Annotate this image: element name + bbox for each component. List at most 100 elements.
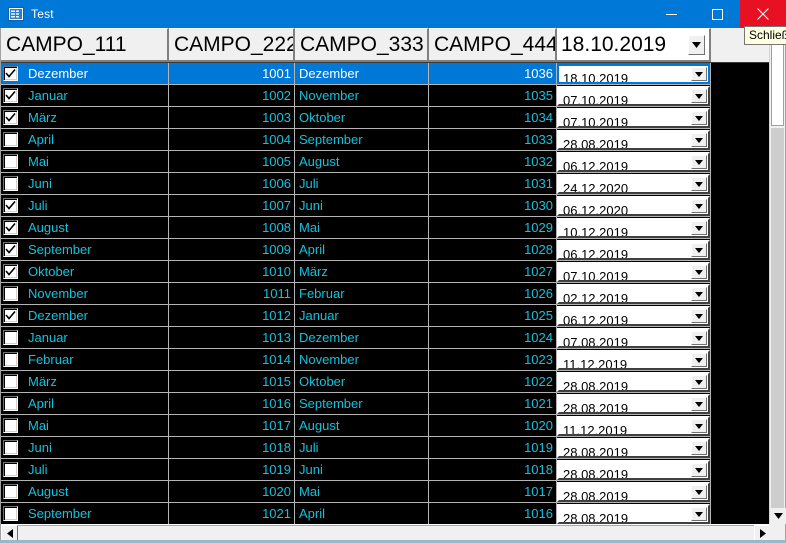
cell-campo-444[interactable]: 1033 — [429, 129, 557, 151]
cell-campo-444[interactable]: 1032 — [429, 151, 557, 173]
cell-date[interactable]: 28.08.2019 — [557, 393, 711, 415]
checkbox-unchecked-icon[interactable] — [3, 176, 18, 191]
table-row[interactable]: März 1003 Oktober 1034 07.10.2019 — [1, 107, 771, 129]
table-row[interactable]: Juli 1019 Juni 1018 28.08.2019 — [1, 459, 771, 481]
cell-campo-222[interactable]: 1009 — [169, 239, 295, 261]
cell-campo-222[interactable]: 1019 — [169, 459, 295, 481]
table-row[interactable]: November 1011 Februar 1026 02.12.2019 — [1, 283, 771, 305]
cell-campo-444[interactable]: 1017 — [429, 481, 557, 503]
chevron-down-icon[interactable] — [691, 463, 707, 477]
date-combobox[interactable]: 28.08.2019 — [557, 372, 710, 392]
cell-date[interactable]: 28.08.2019 — [557, 129, 711, 151]
checkbox-unchecked-icon[interactable] — [3, 506, 18, 521]
cell-campo-222[interactable]: 1007 — [169, 195, 295, 217]
scroll-down-button[interactable] — [770, 508, 786, 524]
cell-date[interactable]: 06.12.2020 — [557, 195, 711, 217]
cell-campo-444[interactable]: 1022 — [429, 371, 557, 393]
maximize-button[interactable] — [694, 0, 740, 28]
cell-campo-444[interactable]: 1028 — [429, 239, 557, 261]
table-row[interactable]: Februar 1014 November 1023 11.12.2019 — [1, 349, 771, 371]
cell-campo-333[interactable]: November — [295, 349, 429, 371]
cell-campo-333[interactable]: März — [295, 261, 429, 283]
cell-campo-111[interactable]: Mai — [1, 415, 169, 437]
table-row[interactable]: Dezember 1001 Dezember 1036 18.10.2019 — [1, 63, 771, 85]
column-header-campo-111[interactable]: CAMPO_111 — [1, 28, 169, 62]
cell-campo-333[interactable]: Dezember — [295, 63, 429, 85]
cell-campo-111[interactable]: August — [1, 217, 169, 239]
cell-date[interactable]: 11.12.2019 — [557, 415, 711, 437]
cell-date[interactable]: 06.12.2019 — [557, 239, 711, 261]
chevron-down-icon[interactable] — [691, 265, 707, 279]
chevron-down-icon[interactable] — [691, 309, 707, 323]
cell-date[interactable]: 07.10.2019 — [557, 107, 711, 129]
chevron-down-icon[interactable] — [691, 441, 707, 455]
cell-campo-333[interactable]: September — [295, 393, 429, 415]
cell-campo-444[interactable]: 1021 — [429, 393, 557, 415]
cell-campo-222[interactable]: 1001 — [169, 63, 295, 85]
cell-campo-333[interactable]: Juli — [295, 437, 429, 459]
checkbox-unchecked-icon[interactable] — [3, 352, 18, 367]
cell-date[interactable]: 24.12.2020 — [557, 173, 711, 195]
cell-campo-333[interactable]: Juli — [295, 173, 429, 195]
grid-rows-viewport[interactable]: Dezember 1001 Dezember 1036 18.10.2019 Januar… — [1, 62, 771, 524]
cell-campo-444[interactable]: 1026 — [429, 283, 557, 305]
cell-campo-333[interactable]: Mai — [295, 217, 429, 239]
cell-campo-444[interactable]: 1027 — [429, 261, 557, 283]
chevron-down-icon[interactable] — [691, 419, 707, 433]
checkbox-unchecked-icon[interactable] — [3, 132, 18, 147]
checkbox-checked-icon[interactable] — [3, 110, 18, 125]
cell-campo-111[interactable]: August — [1, 481, 169, 503]
table-row[interactable]: Januar 1002 November 1035 07.10.2019 — [1, 85, 771, 107]
chevron-down-icon[interactable] — [691, 375, 707, 389]
cell-date[interactable]: 06.12.2019 — [557, 305, 711, 327]
cell-date[interactable]: 28.08.2019 — [557, 481, 711, 503]
cell-campo-222[interactable]: 1020 — [169, 481, 295, 503]
cell-campo-111[interactable]: März — [1, 107, 169, 129]
table-row[interactable]: Juli 1007 Juni 1030 06.12.2020 — [1, 195, 771, 217]
cell-campo-333[interactable]: August — [295, 151, 429, 173]
cell-campo-222[interactable]: 1021 — [169, 503, 295, 524]
date-combobox[interactable]: 06.12.2020 — [557, 196, 710, 216]
checkbox-unchecked-icon[interactable] — [3, 440, 18, 455]
cell-campo-111[interactable]: Dezember — [1, 63, 169, 85]
date-combobox[interactable]: 07.10.2019 — [557, 86, 710, 106]
table-row[interactable]: April 1004 September 1033 28.08.2019 — [1, 129, 771, 151]
date-combobox[interactable]: 11.12.2019 — [557, 416, 710, 436]
cell-campo-444[interactable]: 1024 — [429, 327, 557, 349]
cell-campo-222[interactable]: 1010 — [169, 261, 295, 283]
cell-campo-111[interactable]: September — [1, 239, 169, 261]
cell-campo-222[interactable]: 1017 — [169, 415, 295, 437]
cell-campo-111[interactable]: Januar — [1, 327, 169, 349]
table-row[interactable]: September 1021 April 1016 28.08.2019 — [1, 503, 771, 524]
vertical-scrollbar-track[interactable] — [771, 128, 784, 508]
cell-campo-222[interactable]: 1016 — [169, 393, 295, 415]
date-combobox[interactable]: 10.12.2019 — [557, 218, 710, 238]
table-row[interactable]: Januar 1013 Dezember 1024 07.08.2019 — [1, 327, 771, 349]
cell-date[interactable]: 06.12.2019 — [557, 151, 711, 173]
cell-campo-444[interactable]: 1018 — [429, 459, 557, 481]
checkbox-checked-icon[interactable] — [3, 220, 18, 235]
cell-campo-333[interactable]: Juni — [295, 195, 429, 217]
cell-campo-333[interactable]: September — [295, 129, 429, 151]
checkbox-checked-icon[interactable] — [3, 308, 18, 323]
minimize-button[interactable] — [648, 0, 694, 28]
date-combobox[interactable]: 06.12.2019 — [557, 306, 710, 326]
cell-campo-444[interactable]: 1034 — [429, 107, 557, 129]
checkbox-unchecked-icon[interactable] — [3, 330, 18, 345]
date-combobox[interactable]: 28.08.2019 — [557, 482, 710, 502]
vertical-scrollbar[interactable] — [769, 28, 786, 524]
cell-campo-444[interactable]: 1019 — [429, 437, 557, 459]
cell-campo-222[interactable]: 1008 — [169, 217, 295, 239]
cell-campo-111[interactable]: Mai — [1, 151, 169, 173]
date-combobox[interactable]: 11.12.2019 — [557, 350, 710, 370]
cell-campo-222[interactable]: 1014 — [169, 349, 295, 371]
checkbox-checked-icon[interactable] — [3, 198, 18, 213]
chevron-down-icon[interactable] — [691, 111, 707, 125]
cell-campo-111[interactable]: November — [1, 283, 169, 305]
chevron-down-icon[interactable] — [691, 133, 707, 147]
table-row[interactable]: Dezember 1012 Januar 1025 06.12.2019 — [1, 305, 771, 327]
cell-date[interactable]: 28.08.2019 — [557, 459, 711, 481]
cell-campo-444[interactable]: 1025 — [429, 305, 557, 327]
cell-date[interactable]: 28.08.2019 — [557, 437, 711, 459]
cell-campo-333[interactable]: Februar — [295, 283, 429, 305]
